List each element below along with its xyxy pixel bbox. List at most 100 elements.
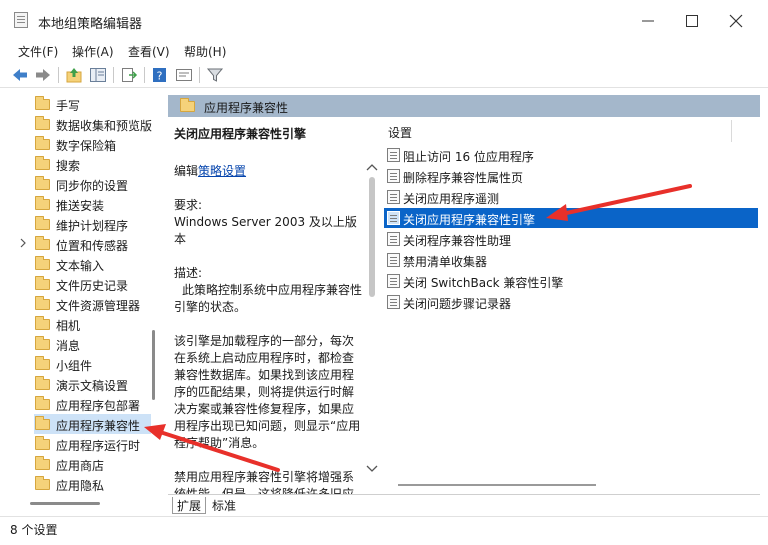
- tree-item-label: 手写: [56, 99, 81, 113]
- setting-row[interactable]: 关闭 SwitchBack 兼容性引擎: [384, 271, 758, 291]
- description-scrollbar[interactable]: [364, 117, 380, 494]
- setting-label: 禁用清单收集器: [403, 255, 488, 269]
- properties-button[interactable]: [174, 66, 194, 84]
- description-body-continued: 禁用应用程序兼容性引擎将增强系统性能。但是，这将降低许多旧应: [174, 470, 355, 494]
- folder-icon: [35, 316, 50, 330]
- tree-item[interactable]: 应用程序包部署: [8, 394, 158, 414]
- svg-text:?: ?: [157, 70, 163, 83]
- tab-standard[interactable]: 标准: [208, 497, 240, 514]
- folder-icon: [35, 236, 50, 250]
- tree-item-label: 应用程序包部署: [56, 399, 141, 413]
- filter-button[interactable]: [205, 66, 225, 84]
- export-list-button[interactable]: [119, 66, 139, 84]
- setting-label: 关闭程序兼容性助理: [403, 234, 512, 248]
- tab-extended[interactable]: 扩展: [172, 497, 207, 514]
- tree-item[interactable]: 应用程序运行时: [8, 434, 158, 454]
- column-divider[interactable]: [731, 120, 732, 142]
- tree-item[interactable]: 相机: [8, 314, 158, 334]
- tree-item[interactable]: 数字保险箱: [8, 134, 158, 154]
- forward-button[interactable]: [33, 66, 53, 84]
- tree-item-label: 文件资源管理器: [56, 299, 141, 313]
- chevron-right-icon[interactable]: [18, 238, 28, 248]
- close-button[interactable]: [714, 8, 758, 34]
- settings-horizontal-scrollbar[interactable]: [398, 484, 596, 486]
- tree-item[interactable]: 维护计划程序: [8, 214, 158, 234]
- policy-settings-link[interactable]: 策略设置: [198, 164, 246, 178]
- tree-item-label: 数字保险箱: [56, 139, 117, 153]
- folder-icon: [35, 456, 50, 470]
- tree-item[interactable]: 文件资源管理器: [8, 294, 158, 314]
- description-body: 该引擎是加载程序的一部分，每次在系统上启动应用程序时，都检查兼容性数据库。如果找…: [174, 334, 361, 450]
- folder-icon: [35, 196, 50, 210]
- show-hide-tree-button[interactable]: [88, 66, 108, 84]
- minimize-button[interactable]: [626, 8, 670, 34]
- setting-label: 关闭应用程序兼容性引擎: [403, 213, 536, 227]
- tree-item[interactable]: 同步你的设置: [8, 174, 158, 194]
- tree-item-label: 应用程序运行时: [56, 439, 141, 453]
- tree-item[interactable]: 应用商店: [8, 454, 158, 474]
- edit-prefix: 编辑: [174, 164, 199, 178]
- tree-item[interactable]: 消息: [8, 334, 158, 354]
- tree-item[interactable]: 小组件: [8, 354, 158, 374]
- setting-row[interactable]: 阻止访问 16 位应用程序: [384, 145, 758, 165]
- menu-action[interactable]: 操作(A): [72, 43, 114, 60]
- menu-help[interactable]: 帮助(H): [184, 43, 226, 60]
- setting-label: 删除程序兼容性属性页: [403, 171, 524, 185]
- policy-setting-icon: [387, 274, 400, 288]
- tree-item-label: 演示文稿设置: [56, 379, 129, 393]
- policy-setting-icon: [387, 148, 400, 162]
- policy-setting-icon: [387, 295, 400, 309]
- menu-view[interactable]: 查看(V): [128, 43, 170, 60]
- maximize-button[interactable]: [670, 8, 714, 34]
- tree-item[interactable]: 搜索: [8, 154, 158, 174]
- chevron-down-icon[interactable]: [364, 463, 380, 475]
- tree-horizontal-scrollbar[interactable]: [30, 502, 100, 505]
- folder-icon: [35, 336, 50, 350]
- tree-pane[interactable]: 手写 数据收集和预览版 数字保险箱 搜索 同步你的设置 推送安装 维护计划程序 …: [8, 92, 166, 500]
- setting-row-selected[interactable]: 关闭应用程序兼容性引擎: [384, 208, 758, 228]
- settings-column-header[interactable]: 设置: [388, 124, 412, 141]
- properties-icon: [176, 69, 192, 81]
- scrollbar-thumb[interactable]: [369, 177, 375, 297]
- tree-item-label: 应用隐私: [56, 479, 105, 493]
- tree-vertical-scrollbar[interactable]: [152, 330, 155, 400]
- tree-item[interactable]: 演示文稿设置: [8, 374, 158, 394]
- tree-item[interactable]: 文本输入: [8, 254, 158, 274]
- folder-icon: [35, 296, 50, 310]
- tree-item-label: 位置和传感器: [56, 239, 129, 253]
- tree-item[interactable]: 数据收集和预览版: [8, 114, 158, 134]
- folder-icon: [35, 436, 50, 450]
- policy-setting-icon: [387, 232, 400, 246]
- maximize-icon: [686, 15, 698, 27]
- tree-item-label: 数据收集和预览版: [56, 119, 153, 133]
- tree-item-label: 同步你的设置: [56, 179, 129, 193]
- back-button[interactable]: [10, 66, 30, 84]
- tree-item-label: 小组件: [56, 359, 93, 373]
- tree-item[interactable]: 手写: [8, 94, 158, 114]
- up-button[interactable]: [64, 66, 84, 84]
- toolbar-separator: [58, 67, 59, 83]
- tree-item[interactable]: 文件历史记录: [8, 274, 158, 294]
- title-bar: 本地组策略编辑器: [0, 0, 768, 40]
- menu-file[interactable]: 文件(F): [18, 43, 58, 60]
- help-button[interactable]: ?: [150, 66, 170, 84]
- chevron-up-icon[interactable]: [364, 161, 380, 173]
- tree-item[interactable]: 推送安装: [8, 194, 158, 214]
- tree-item[interactable]: 应用隐私: [8, 474, 158, 494]
- setting-row[interactable]: 删除程序兼容性属性页: [384, 166, 758, 186]
- setting-label: 关闭 SwitchBack 兼容性引擎: [403, 276, 564, 290]
- folder-icon: [35, 136, 50, 150]
- setting-row[interactable]: 禁用清单收集器: [384, 250, 758, 270]
- back-arrow-icon: [13, 69, 27, 81]
- setting-row[interactable]: 关闭问题步骤记录器: [384, 292, 758, 312]
- setting-row[interactable]: 关闭应用程序遥测: [384, 187, 758, 207]
- setting-row[interactable]: 关闭程序兼容性助理: [384, 229, 758, 249]
- up-folder-icon: [66, 68, 82, 83]
- close-icon: [729, 14, 743, 28]
- tree-item[interactable]: 位置和传感器: [8, 234, 158, 254]
- tree-item-label: 应用商店: [56, 459, 105, 473]
- setting-label: 阻止访问 16 位应用程序: [403, 150, 534, 164]
- folder-icon: [35, 116, 50, 130]
- tree-item-selected[interactable]: 应用程序兼容性: [34, 414, 151, 434]
- requirements-label: 要求:: [174, 198, 203, 212]
